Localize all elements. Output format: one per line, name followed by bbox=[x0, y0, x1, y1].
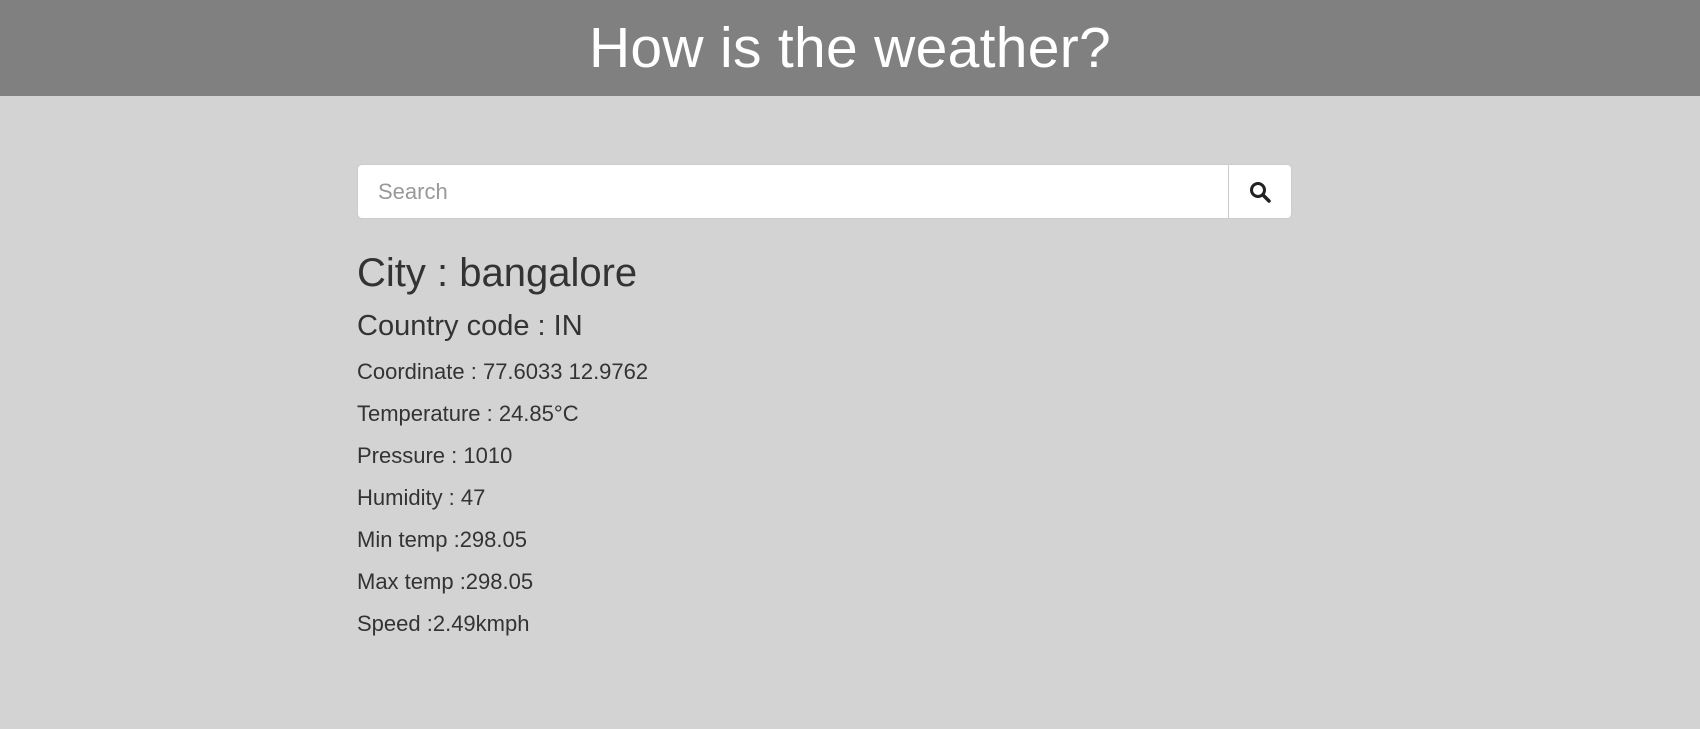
search-icon bbox=[1250, 181, 1271, 203]
search-bar bbox=[357, 164, 1292, 219]
page-title: How is the weather? bbox=[588, 16, 1112, 80]
country-code-heading: Country code : IN bbox=[357, 310, 583, 342]
min-temp-text: Min temp :298.05 bbox=[357, 526, 527, 552]
temperature-text: Temperature : 24.85°C bbox=[357, 400, 579, 426]
max-temp-text: Max temp :298.05 bbox=[357, 568, 534, 594]
search-input[interactable] bbox=[357, 164, 1228, 219]
search-button[interactable] bbox=[1228, 164, 1292, 219]
weather-details: Coordinate : 77.6033 12.9762 Temperature… bbox=[357, 351, 1292, 645]
page-header: How is the weather? bbox=[0, 0, 1700, 96]
main-content: City : bangalore Country code : IN Coord… bbox=[357, 164, 1292, 645]
city-heading: City : bangalore bbox=[357, 251, 638, 295]
pressure-text: Pressure : 1010 bbox=[357, 442, 513, 468]
coordinate-text: Coordinate : 77.6033 12.9762 bbox=[357, 358, 649, 384]
wind-speed-text: Speed :2.49kmph bbox=[357, 610, 530, 636]
humidity-text: Humidity : 47 bbox=[357, 484, 486, 510]
